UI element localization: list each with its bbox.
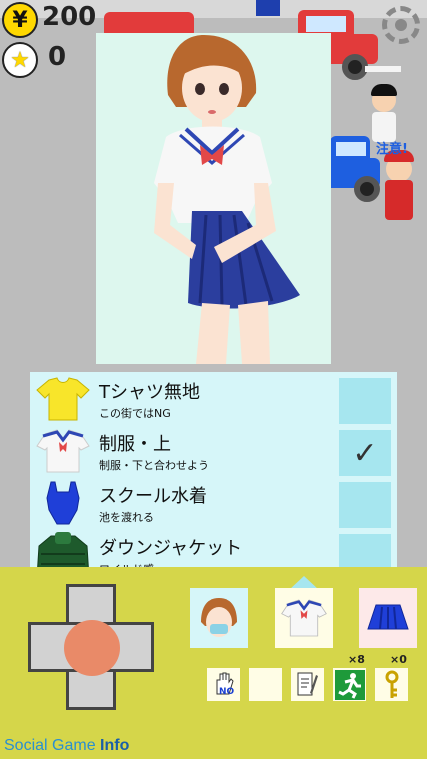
- item-row-tshirt[interactable]: Tシャツ無地 この街ではNG: [30, 372, 397, 424]
- item-description: この街ではNG: [99, 407, 171, 420]
- face-mask-icon: [201, 598, 237, 637]
- yen-coin-icon: ¥: [2, 2, 38, 38]
- bottom-slot-button[interactable]: [359, 588, 417, 648]
- item-name: Tシャツ無地: [99, 382, 200, 403]
- item-name: 制服・上: [99, 434, 171, 455]
- item-row-uniform-top[interactable]: 制服・上 制服・下と合わせよう ✓: [30, 424, 397, 476]
- joystick-knob[interactable]: [64, 620, 120, 676]
- alert-bubble: 注意!: [376, 142, 408, 157]
- item-row-swimsuit[interactable]: スクール水着 池を渡れる: [30, 476, 397, 528]
- tshirt-icon: [36, 377, 90, 421]
- skirt-icon: [367, 604, 409, 630]
- run-button[interactable]: [333, 668, 366, 701]
- uniform-top-icon: [36, 429, 90, 473]
- top-slot-button[interactable]: [275, 588, 333, 648]
- schoolgirl-character: [154, 35, 300, 364]
- key-count: ×0: [390, 653, 407, 666]
- npc-man: [366, 82, 402, 144]
- item-equip-toggle[interactable]: ✓: [339, 430, 391, 476]
- empty-slot-button[interactable]: [249, 668, 282, 701]
- settings-gear-icon[interactable]: [382, 6, 420, 44]
- no-touch-button[interactable]: NO: [207, 668, 240, 701]
- star-counter: 0: [48, 42, 67, 72]
- item-description: 池を渡れる: [99, 511, 154, 524]
- watermark: Social Game Info: [4, 737, 129, 755]
- car-shadow: [365, 66, 401, 72]
- watermark-part2: Info: [100, 737, 130, 754]
- swimsuit-icon: [46, 481, 80, 525]
- item-name: ダウンジャケット: [99, 538, 243, 559]
- note-pen-icon: [297, 672, 318, 695]
- key-button[interactable]: [375, 668, 408, 701]
- key-icon: [385, 670, 398, 698]
- directional-pad[interactable]: [28, 584, 154, 710]
- notes-button[interactable]: [291, 668, 324, 701]
- pedestrian: [256, 0, 280, 16]
- item-name: スクール水着: [99, 486, 207, 507]
- money-counter: 200: [42, 2, 97, 32]
- item-description: 制服・下と合わせよう: [99, 459, 209, 472]
- item-equip-toggle[interactable]: [339, 378, 391, 424]
- star-icon: ★: [2, 42, 38, 78]
- running-man-icon: [334, 669, 365, 700]
- no-label: NO: [219, 687, 235, 697]
- character-preview: [96, 33, 331, 364]
- clothing-item-list[interactable]: Tシャツ無地 この街ではNG 制服・上 制服・下と合わせよう ✓ スクール水着 …: [30, 372, 397, 578]
- run-count: ×8: [348, 653, 365, 666]
- item-equip-toggle[interactable]: [339, 482, 391, 528]
- npc-police: [380, 150, 418, 226]
- checkmark-icon: ✓: [352, 435, 378, 471]
- watermark-part1: Social Game: [4, 737, 96, 754]
- uniform-top-icon: [281, 599, 327, 637]
- face-slot-button[interactable]: [190, 588, 248, 648]
